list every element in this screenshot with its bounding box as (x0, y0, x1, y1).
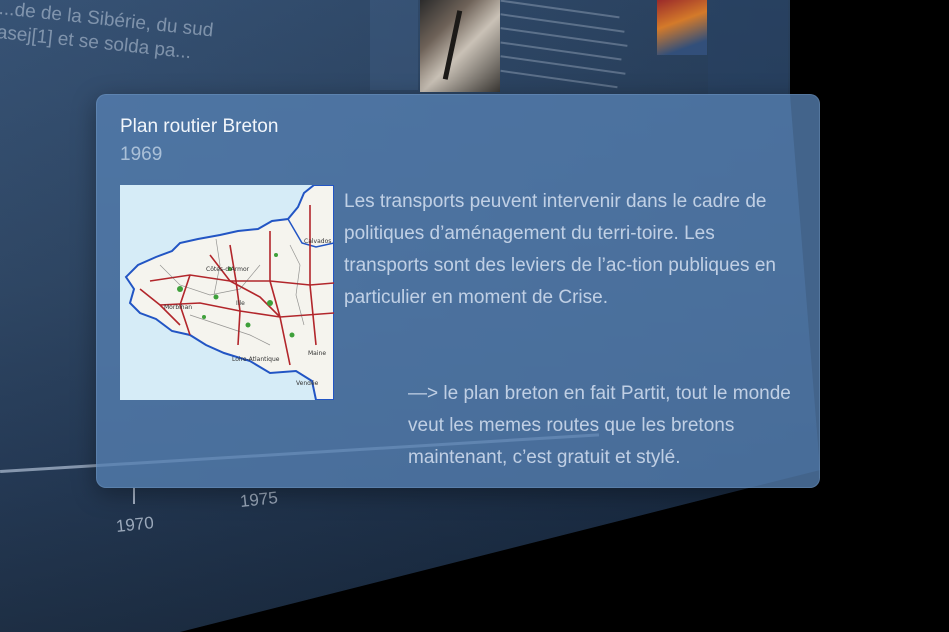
event-description: Les transports peuvent intervenir dans l… (344, 191, 776, 308)
svg-text:Loire-Atlantique: Loire-Atlantique (232, 356, 280, 363)
background-thumbnail[interactable] (657, 0, 707, 55)
timeline-tick (133, 488, 135, 504)
event-description-continuation: —> le plan breton en fait Partit, tout l… (120, 378, 800, 474)
map-thumbnail[interactable]: Côtes-d'Armor Calvados Ille Maine Loire-… (120, 185, 334, 400)
timeline-scene: ...de de la Sibérie, du sud asej[1] et s… (0, 0, 949, 632)
svg-text:Ille: Ille (236, 300, 245, 307)
background-panel (370, 0, 418, 90)
event-title: Plan routier Breton (120, 116, 279, 137)
event-description-note: —> le plan breton en fait Partit, tout l… (408, 383, 791, 468)
timeline-year-label: 1970 (115, 513, 155, 536)
timeline-year-label: 1975 (239, 488, 279, 511)
event-date: 1969 (120, 144, 163, 165)
event-detail-card[interactable]: Plan routier Breton 1969 Côtes-d'Armor C… (96, 94, 820, 488)
svg-text:Maine: Maine (308, 350, 326, 357)
svg-text:Côtes-d'Armor: Côtes-d'Armor (206, 266, 250, 273)
brittany-map-icon: Côtes-d'Armor Calvados Ille Maine Loire-… (120, 185, 334, 400)
svg-text:Morbihan: Morbihan (164, 304, 192, 311)
svg-text:Calvados: Calvados (304, 238, 331, 245)
background-thumbnail-panel (708, 0, 788, 95)
background-text-block (500, 0, 650, 95)
